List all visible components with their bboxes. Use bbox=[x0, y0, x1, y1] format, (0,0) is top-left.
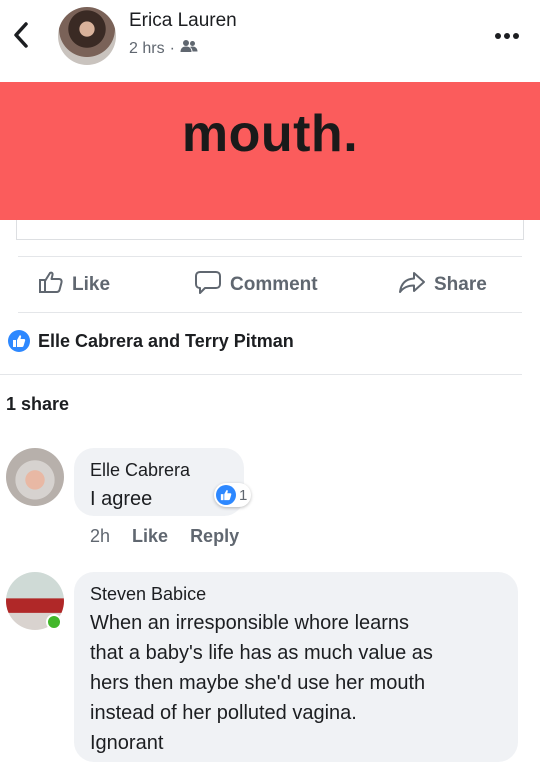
avatar[interactable] bbox=[6, 448, 64, 506]
share-arrow-icon bbox=[398, 270, 426, 300]
post-header: Erica Lauren 2 hrs · bbox=[0, 0, 540, 82]
divider bbox=[0, 374, 522, 375]
comment-reply-button[interactable]: Reply bbox=[190, 526, 239, 547]
action-bar: Like Comment Share bbox=[0, 262, 540, 308]
banner-text: mouth. bbox=[181, 105, 359, 163]
comment-time: 2h bbox=[90, 526, 111, 546]
share-count[interactable]: 1 share bbox=[6, 394, 69, 415]
comment-bubble: Steven Babice When an irresponsible whor… bbox=[74, 572, 518, 762]
comment-like-button[interactable]: Like bbox=[132, 526, 168, 547]
comment-label: Comment bbox=[230, 274, 318, 295]
like-count-number: 1 bbox=[239, 486, 248, 504]
comment-icon bbox=[194, 269, 222, 301]
online-status-indicator bbox=[46, 614, 62, 630]
meta-separator: · bbox=[169, 39, 175, 57]
divider bbox=[18, 312, 522, 313]
like-reaction-icon bbox=[8, 330, 30, 352]
post-banner[interactable]: mouth. bbox=[0, 82, 540, 220]
like-button[interactable]: Like bbox=[38, 262, 110, 308]
post-card-edge bbox=[16, 220, 524, 240]
comment-text: I agree bbox=[90, 488, 153, 510]
post-time[interactable]: 2 hrs bbox=[129, 40, 165, 58]
comment-author[interactable]: Elle Cabrera bbox=[90, 460, 190, 481]
comment-text: When an irresponsible whore learns that … bbox=[90, 612, 433, 754]
like-reaction-icon bbox=[216, 485, 236, 505]
comment-author[interactable]: Steven Babice bbox=[90, 584, 206, 605]
like-label: Like bbox=[72, 274, 111, 295]
post-meta: 2 hrs · bbox=[129, 39, 198, 58]
share-button[interactable]: Share bbox=[398, 262, 487, 308]
comment-like-count[interactable]: 1 bbox=[214, 483, 252, 507]
author-name[interactable]: Erica Lauren bbox=[129, 10, 237, 32]
more-dots-icon[interactable] bbox=[494, 28, 520, 39]
friends-icon bbox=[180, 39, 198, 58]
reaction-names: Elle Cabrera and Terry Pitman bbox=[38, 330, 294, 351]
comment-bubble: Elle Cabrera I agree bbox=[74, 448, 244, 516]
reactions-summary[interactable]: Elle Cabrera and Terry Pitman bbox=[8, 330, 294, 352]
chevron-left-icon[interactable] bbox=[8, 18, 34, 52]
thumbs-up-icon bbox=[38, 270, 64, 300]
share-label: Share bbox=[434, 274, 487, 295]
divider bbox=[18, 256, 522, 257]
comment-meta: 2h Like Reply bbox=[90, 526, 239, 547]
comment-button[interactable]: Comment bbox=[194, 262, 318, 308]
author-avatar[interactable] bbox=[58, 7, 116, 65]
